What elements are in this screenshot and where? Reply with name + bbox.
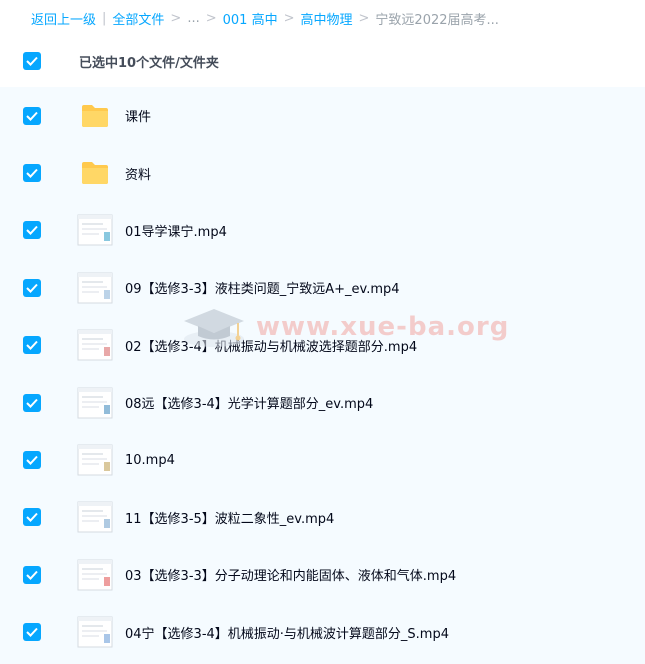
check-icon xyxy=(26,570,38,580)
video-thumbnail-icon xyxy=(77,614,113,650)
breadcrumb-ellipsis[interactable]: ... xyxy=(187,11,199,26)
file-row[interactable]: 03【选修3-3】分子动理论和内能固体、液体和气体.mp4 xyxy=(0,546,645,603)
file-list: 课件资料 01导学课宁.mp4 09【选修3-3】液柱类问题_宁致远A+_ev.mp… xyxy=(0,87,645,664)
file-name[interactable]: 资料 xyxy=(125,164,151,183)
video-thumbnail-icon xyxy=(77,499,113,535)
folder-icon xyxy=(77,155,113,191)
file-name[interactable]: 11【选修3-5】波粒二象性_ev.mp4 xyxy=(125,508,334,527)
breadcrumb: 返回上一级 | 全部文件 > ... > 001 高中 > 高中物理 > 宁致远… xyxy=(0,0,645,36)
check-icon xyxy=(26,398,38,408)
file-row[interactable]: 04宁【选修3-4】机械振动·与机械波计算题部分_S.mp4 xyxy=(0,604,645,661)
select-all-checkbox[interactable] xyxy=(23,52,41,70)
row-checkbox[interactable] xyxy=(23,221,41,240)
breadcrumb-level2[interactable]: 高中物理 xyxy=(301,9,353,28)
file-name[interactable]: 04宁【选修3-4】机械振动·与机械波计算题部分_S.mp4 xyxy=(125,623,449,642)
row-checkbox[interactable] xyxy=(23,164,41,183)
breadcrumb-level1[interactable]: 001 高中 xyxy=(223,9,278,28)
breadcrumb-separator: > xyxy=(170,10,182,26)
selection-count-label: 已选中10个文件/文件夹 xyxy=(79,55,219,71)
check-icon xyxy=(26,168,38,179)
file-row[interactable]: 08远【选修3-4】光学计算题部分_ev.mp4 xyxy=(0,374,645,431)
file-row[interactable]: 10.mp4 xyxy=(0,431,645,488)
row-checkbox[interactable] xyxy=(23,623,41,642)
file-name[interactable]: 02【选修3-4】机械振动与机械波选择题部分.mp4 xyxy=(125,336,417,355)
file-row[interactable]: 课件 xyxy=(0,87,645,144)
check-icon xyxy=(26,56,38,66)
file-row[interactable]: 02【选修3-4】机械振动与机械波选择题部分.mp4 xyxy=(0,317,645,374)
check-icon xyxy=(26,628,38,638)
breadcrumb-all-files[interactable]: 全部文件 xyxy=(112,9,164,28)
breadcrumb-divider: | xyxy=(102,10,107,26)
back-link[interactable]: 返回上一级 xyxy=(31,9,96,28)
file-name[interactable]: 03【选修3-3】分子动理论和内能固体、液体和气体.mp4 xyxy=(125,565,456,584)
folder-icon xyxy=(77,98,113,134)
breadcrumb-separator: > xyxy=(205,10,217,26)
breadcrumb-separator: > xyxy=(283,10,295,26)
breadcrumb-separator: > xyxy=(358,10,370,26)
file-row[interactable]: 01导学课宁.mp4 xyxy=(0,202,645,259)
file-name[interactable]: 09【选修3-3】液柱类问题_宁致远A+_ev.mp4 xyxy=(125,278,400,297)
file-name[interactable]: 01导学课宁.mp4 xyxy=(125,221,227,240)
row-checkbox[interactable] xyxy=(23,106,41,125)
file-row[interactable]: 资料 xyxy=(0,144,645,201)
row-checkbox[interactable] xyxy=(23,565,41,584)
row-checkbox[interactable] xyxy=(23,508,41,527)
check-icon xyxy=(26,283,38,293)
check-icon xyxy=(26,111,38,121)
file-name[interactable]: 08远【选修3-4】光学计算题部分_ev.mp4 xyxy=(125,393,373,412)
video-thumbnail-icon xyxy=(77,442,113,478)
row-checkbox[interactable] xyxy=(23,278,41,297)
video-thumbnail-icon xyxy=(77,385,113,421)
file-row[interactable]: 11【选修3-5】波粒二象性_ev.mp4 xyxy=(0,489,645,546)
check-icon xyxy=(26,226,38,236)
breadcrumb-current: 宁致远2022届高考... xyxy=(375,12,499,28)
file-row[interactable]: 09【选修3-3】液柱类问题_宁致远A+_ev.mp4 xyxy=(0,259,645,316)
video-thumbnail-icon xyxy=(77,270,113,306)
video-thumbnail-icon xyxy=(77,212,113,248)
check-icon xyxy=(26,513,38,523)
check-icon xyxy=(26,341,38,351)
row-checkbox[interactable] xyxy=(23,336,41,355)
video-thumbnail-icon xyxy=(77,327,113,363)
file-name[interactable]: 10.mp4 xyxy=(125,453,175,468)
video-thumbnail-icon xyxy=(77,557,113,593)
file-name[interactable]: 课件 xyxy=(125,106,151,125)
row-checkbox[interactable] xyxy=(23,393,41,412)
row-checkbox[interactable] xyxy=(23,451,41,470)
select-all-row: 已选中10个文件/文件夹 xyxy=(0,36,645,86)
check-icon xyxy=(26,455,38,465)
